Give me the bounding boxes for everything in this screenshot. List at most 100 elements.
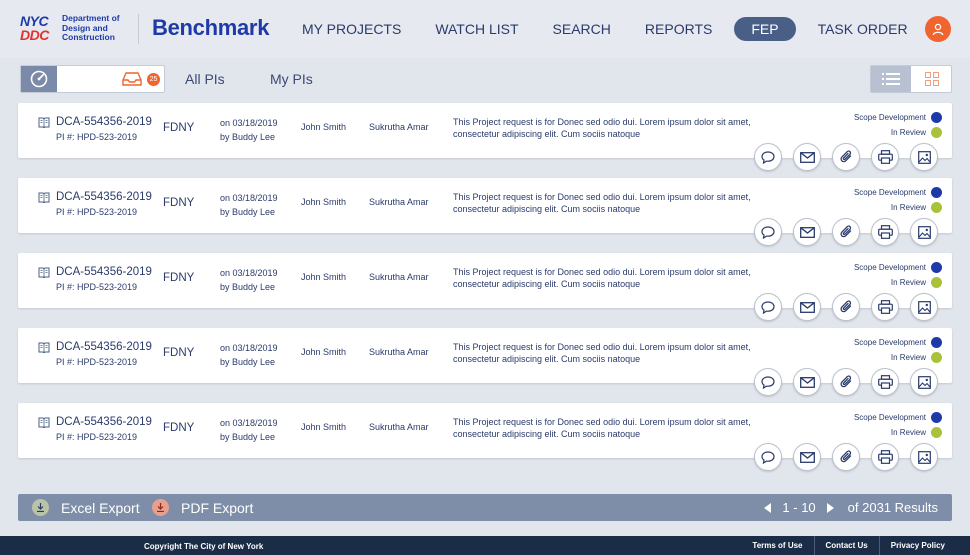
grid-view-button[interactable]: [912, 66, 952, 92]
submitted-date: on 03/18/2019 by Buddy Lee: [220, 341, 278, 369]
mail-button[interactable]: [793, 293, 821, 321]
inbox-count-badge: 25: [147, 73, 160, 86]
pi-number: PI #: HPD-523-2019: [56, 357, 138, 367]
user-avatar[interactable]: [925, 16, 951, 42]
inbox-icon[interactable]: [122, 72, 142, 86]
comment-button[interactable]: [754, 218, 782, 246]
pdf-export-button[interactable]: PDF Export: [152, 494, 253, 521]
terms-of-use-link[interactable]: Terms of Use: [741, 536, 813, 555]
table-row[interactable]: DCA-554356-2019 PI #: HPD-523-2019 FDNY …: [18, 403, 952, 471]
comment-button[interactable]: [754, 368, 782, 396]
comment-icon: [761, 150, 775, 164]
date-value: on 03/18/2019: [220, 118, 278, 128]
agency: FDNY: [163, 122, 195, 134]
pi-number: PI #: HPD-523-2019: [56, 432, 138, 442]
image-button[interactable]: [910, 143, 938, 171]
status-review-dot: [931, 352, 942, 363]
next-page-button[interactable]: [826, 502, 834, 513]
footer: Copyright The City of New York Terms of …: [0, 536, 970, 555]
status-phase: Scope Development: [853, 338, 926, 347]
comment-button[interactable]: [754, 443, 782, 471]
image-button[interactable]: [910, 368, 938, 396]
list-view-button[interactable]: [871, 66, 911, 92]
comment-button[interactable]: [754, 143, 782, 171]
user-icon: [932, 23, 944, 35]
project-id-link[interactable]: DCA-554356-2019: [56, 341, 152, 353]
image-button[interactable]: [910, 293, 938, 321]
attachment-button[interactable]: [832, 293, 860, 321]
caret-right-icon: [826, 502, 834, 513]
comment-button[interactable]: [754, 293, 782, 321]
agency: FDNY: [163, 272, 195, 284]
excel-export-button[interactable]: Excel Export: [32, 494, 140, 521]
privacy-policy-link[interactable]: Privacy Policy: [878, 536, 956, 555]
nav-reports[interactable]: REPORTS: [633, 17, 724, 41]
nyc-ddc-logo[interactable]: NYC DDC Department of Design and Constru…: [20, 13, 120, 44]
pdf-export-label: PDF Export: [181, 499, 254, 516]
pagination: 1 - 10 of 2031 Results: [764, 494, 938, 521]
status-phase-dot: [931, 337, 942, 348]
mail-button[interactable]: [793, 443, 821, 471]
project-id-link[interactable]: DCA-554356-2019: [56, 266, 152, 278]
attachment-icon: [839, 450, 853, 464]
status-phase: Scope Development: [853, 188, 926, 197]
status-phase-dot: [931, 412, 942, 423]
attachment-button[interactable]: [832, 143, 860, 171]
attachment-button[interactable]: [832, 218, 860, 246]
attachment-button[interactable]: [832, 443, 860, 471]
table-row[interactable]: DCA-554356-2019 PI #: HPD-523-2019 FDNY …: [18, 328, 952, 396]
nav-watch-list[interactable]: WATCH LIST: [423, 17, 530, 41]
nav-my-projects[interactable]: MY PROJECTS: [290, 17, 413, 41]
comment-icon: [761, 450, 775, 464]
quick-filter-box[interactable]: 25: [20, 65, 165, 93]
prev-page-button[interactable]: [764, 502, 772, 513]
contact-us-link[interactable]: Contact Us: [813, 536, 879, 555]
status-review-dot: [931, 202, 942, 213]
attachment-icon: [839, 300, 853, 314]
image-icon: [917, 375, 931, 389]
status-phase-dot: [931, 112, 942, 123]
print-button[interactable]: [871, 443, 899, 471]
mail-button[interactable]: [793, 368, 821, 396]
brand-divider: [138, 14, 139, 44]
image-button[interactable]: [910, 218, 938, 246]
image-button[interactable]: [910, 443, 938, 471]
copyright: Copyright The City of New York: [144, 542, 264, 551]
submitted-date: on 03/18/2019 by Buddy Lee: [220, 116, 278, 144]
table-row[interactable]: DCA-554356-2019 PI #: HPD-523-2019 FDNY …: [18, 103, 952, 171]
mail-button[interactable]: [793, 143, 821, 171]
project-id-link[interactable]: DCA-554356-2019: [56, 191, 152, 203]
print-button[interactable]: [871, 368, 899, 396]
status-review: In Review: [890, 428, 926, 437]
status-review-dot: [931, 427, 942, 438]
date-value: on 03/18/2019: [220, 343, 278, 353]
image-icon: [917, 225, 931, 239]
mail-button[interactable]: [793, 218, 821, 246]
attachment-button[interactable]: [832, 368, 860, 396]
attachment-icon: [839, 150, 853, 164]
brand-title[interactable]: Benchmark: [152, 15, 269, 41]
table-row[interactable]: DCA-554356-2019 PI #: HPD-523-2019 FDNY …: [18, 253, 952, 321]
document-icon: [38, 417, 50, 428]
date-value: on 03/18/2019: [220, 193, 278, 203]
nav-search[interactable]: SEARCH: [541, 17, 623, 41]
project-id-link[interactable]: DCA-554356-2019: [56, 116, 152, 128]
print-button[interactable]: [871, 293, 899, 321]
print-button[interactable]: [871, 218, 899, 246]
project-id-link[interactable]: DCA-554356-2019: [56, 416, 152, 428]
assignee: Sukrutha Amar: [369, 347, 429, 357]
assignee: Sukrutha Amar: [369, 197, 429, 207]
tab-my-pis[interactable]: My PIs: [270, 71, 313, 87]
dashboard-button[interactable]: [21, 66, 57, 92]
project-description: This Project request is for Donec sed od…: [453, 267, 751, 289]
print-button[interactable]: [871, 143, 899, 171]
project-description: This Project request is for Donec sed od…: [453, 192, 751, 214]
nav-task-order[interactable]: TASK ORDER: [806, 17, 920, 41]
submitted-date: on 03/18/2019 by Buddy Lee: [220, 416, 278, 444]
project-manager: John Smith: [301, 272, 347, 282]
document-icon: [38, 117, 50, 128]
submitted-by: by Buddy Lee: [220, 132, 276, 142]
nav-fep[interactable]: FEP: [734, 17, 796, 41]
table-row[interactable]: DCA-554356-2019 PI #: HPD-523-2019 FDNY …: [18, 178, 952, 246]
tab-all-pis[interactable]: All PIs: [185, 71, 225, 87]
